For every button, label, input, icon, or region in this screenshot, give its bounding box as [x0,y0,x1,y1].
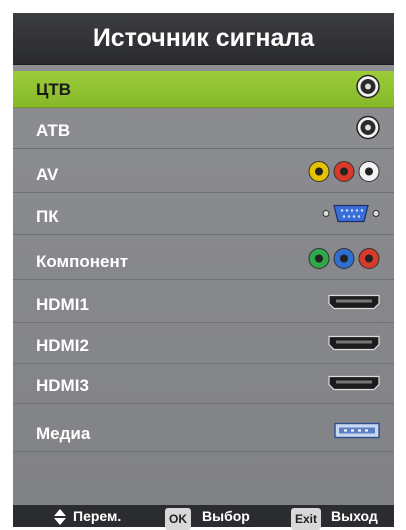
hdmi-port-icon [328,294,380,315]
source-item-label: HDMI2 [36,336,89,355]
source-item-label: ПК [36,207,59,226]
antenna-jack-icon [356,115,380,145]
vga-port-icon [322,204,380,229]
hdmi-port-icon [328,375,380,396]
select-hint-label: Выбор [202,508,250,524]
source-item-pc[interactable]: ПК [13,198,394,235]
source-item-dtv[interactable]: ЦТВ [13,71,394,108]
source-item-hdmi1[interactable]: HDMI1 [13,286,394,323]
source-item-label: HDMI1 [36,295,89,314]
source-item-label: Медиа [36,424,91,443]
source-item-component[interactable]: Компонент [13,243,394,280]
source-item-label: АТВ [36,121,71,140]
move-hint-label: Перем. [73,508,122,524]
source-item-label: HDMI3 [36,376,89,395]
antenna-jack-icon [356,74,380,104]
footer-hint-bar: Перем. OK Выбор Exit Выход [13,505,394,530]
source-item-av[interactable]: AV [13,156,394,193]
exit-hint-label: Выход [331,508,378,524]
rca-jacks-icon [308,161,380,188]
source-item-label: AV [36,165,59,184]
source-item-atv[interactable]: АТВ [13,112,394,149]
hdmi-port-icon [328,335,380,356]
source-item-hdmi2[interactable]: HDMI2 [13,327,394,364]
source-item-label: ЦТВ [36,80,72,99]
move-arrows-icon [53,505,67,527]
source-item-label: Компонент [36,252,129,271]
usb-port-icon [334,422,380,444]
source-item-media[interactable]: Медиа [13,415,394,452]
component-jacks-icon [308,248,380,275]
source-item-hdmi3[interactable]: HDMI3 [13,367,394,404]
menu-title: Источник сигнала [13,13,394,65]
